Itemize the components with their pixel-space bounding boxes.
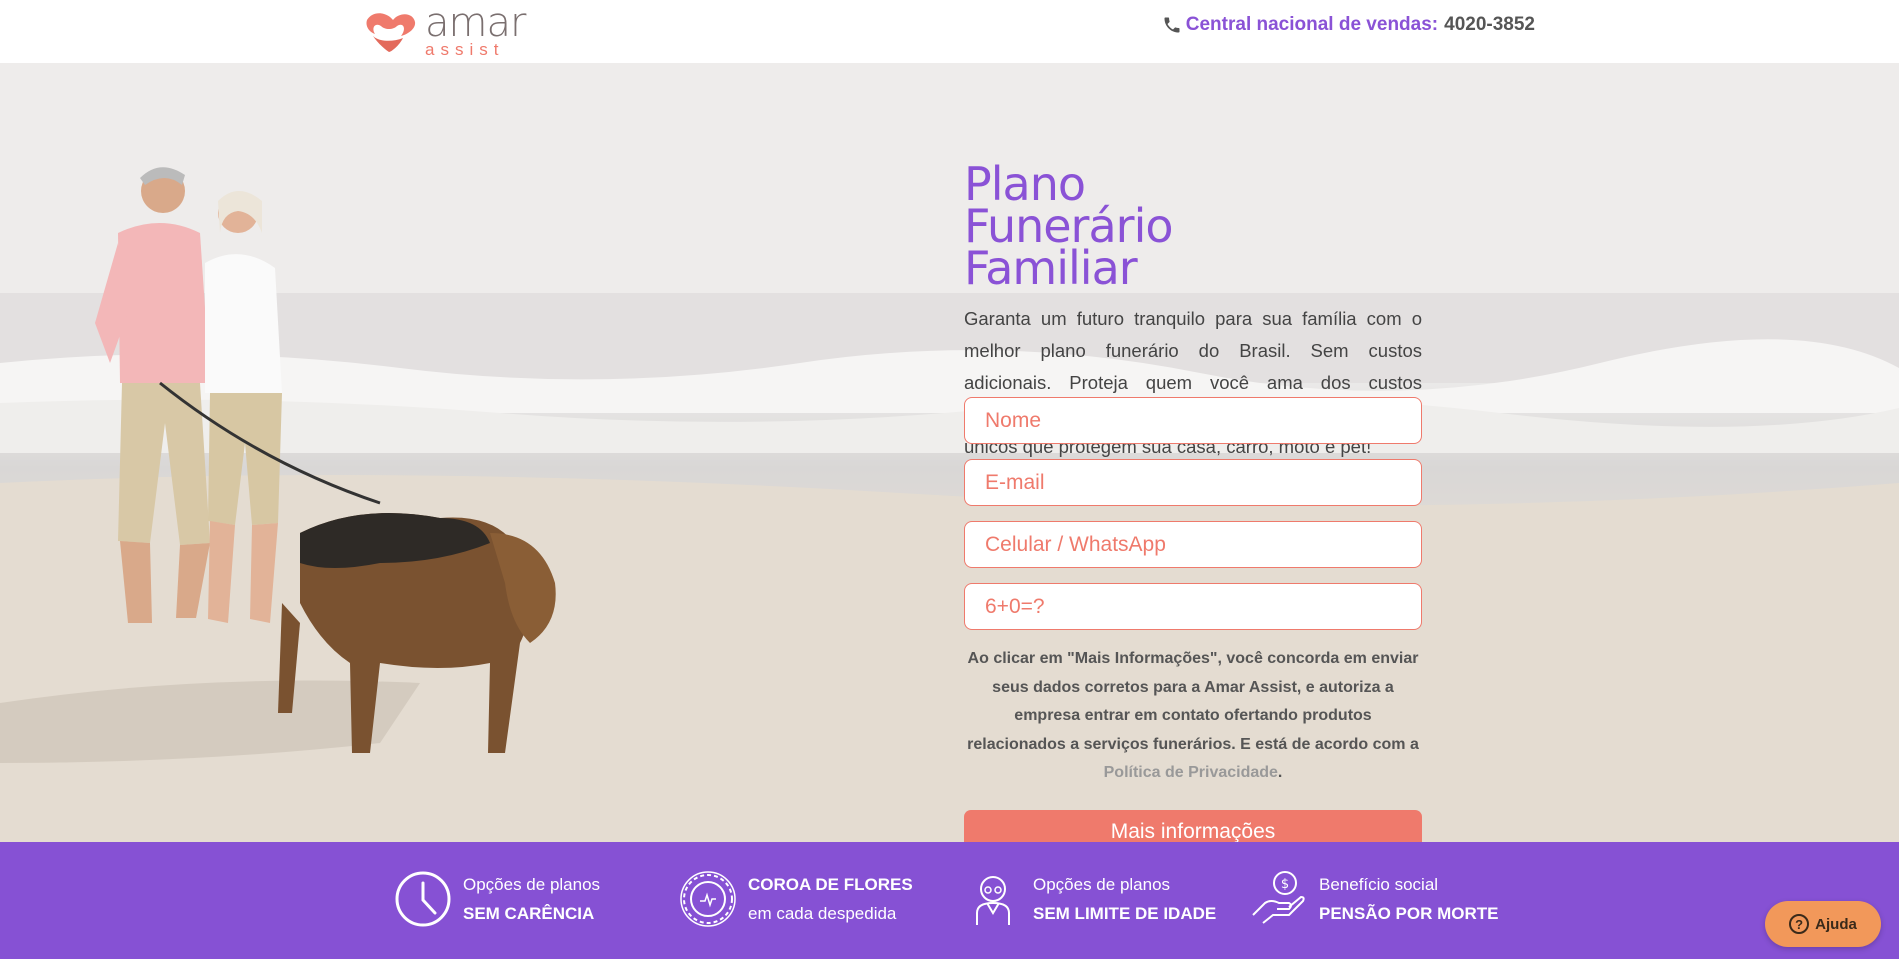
sales-phone[interactable]: Central nacional de vendas: 4020-3852 — [1162, 14, 1535, 36]
benefit-death-pension: $ Benefício social PENSÃO POR MORTE — [1249, 864, 1498, 934]
site-header: amar assist Central nacional de vendas: … — [0, 0, 1899, 63]
svg-text:$: $ — [1281, 877, 1289, 892]
benefit-line1: Opções de planos — [1033, 875, 1171, 894]
benefit-line1: Opções de planos — [463, 875, 601, 894]
name-input[interactable] — [964, 397, 1422, 444]
amar-assist-logo[interactable]: amar assist — [363, 0, 533, 58]
benefits-bar: Opções de planos SEM CARÊNCIA COROA DE F… — [0, 842, 1899, 959]
flower-wreath-icon — [680, 871, 736, 927]
page-title: Plano Funerário Familiar — [964, 157, 1174, 295]
consent-text: Ao clicar em "Mais Informações", você co… — [964, 645, 1422, 788]
benefit-flower-wreath: COROA DE FLORES em cada despedida — [678, 864, 913, 934]
help-label: Ajuda — [1815, 915, 1857, 933]
benefit-line2: SEM LIMITE DE IDADE — [1033, 904, 1217, 923]
heart-logo-icon — [366, 13, 416, 52]
benefit-line2: em cada despedida — [748, 904, 897, 923]
help-button[interactable]: ? Ajuda — [1765, 901, 1881, 947]
beach-couple-dog-image — [0, 63, 1899, 842]
phone-label: Central nacional de vendas: — [1185, 14, 1439, 35]
benefit-line1: COROA DE FLORES — [748, 875, 913, 894]
benefit-line1: Benefício social — [1319, 875, 1439, 894]
phone-input[interactable] — [964, 521, 1422, 568]
consent-body: Ao clicar em "Mais Informações", você co… — [967, 650, 1419, 753]
elderly-person-icon — [976, 876, 1010, 925]
phone-icon — [1164, 17, 1180, 33]
hero-section: Plano Funerário Familiar Garanta um futu… — [0, 63, 1899, 842]
benefit-no-grace-period: Opções de planos SEM CARÊNCIA — [393, 864, 600, 934]
privacy-policy-link[interactable]: Política de Privacidade — [1104, 764, 1278, 781]
logo-main-text: amar — [425, 0, 526, 46]
consent-end: . — [1277, 764, 1283, 781]
benefit-line2: SEM CARÊNCIA — [463, 904, 595, 923]
lead-form: Ao clicar em "Mais Informações", você co… — [964, 397, 1422, 855]
email-input[interactable] — [964, 459, 1422, 506]
benefit-line2: PENSÃO POR MORTE — [1319, 904, 1499, 923]
hand-money-icon: $ — [1252, 871, 1305, 924]
phone-number: 4020-3852 — [1444, 14, 1535, 35]
clock-icon — [395, 871, 451, 927]
question-icon: ? — [1789, 914, 1810, 934]
benefit-no-age-limit: Opções de planos SEM LIMITE DE IDADE — [963, 864, 1216, 934]
captcha-input[interactable] — [964, 583, 1422, 630]
